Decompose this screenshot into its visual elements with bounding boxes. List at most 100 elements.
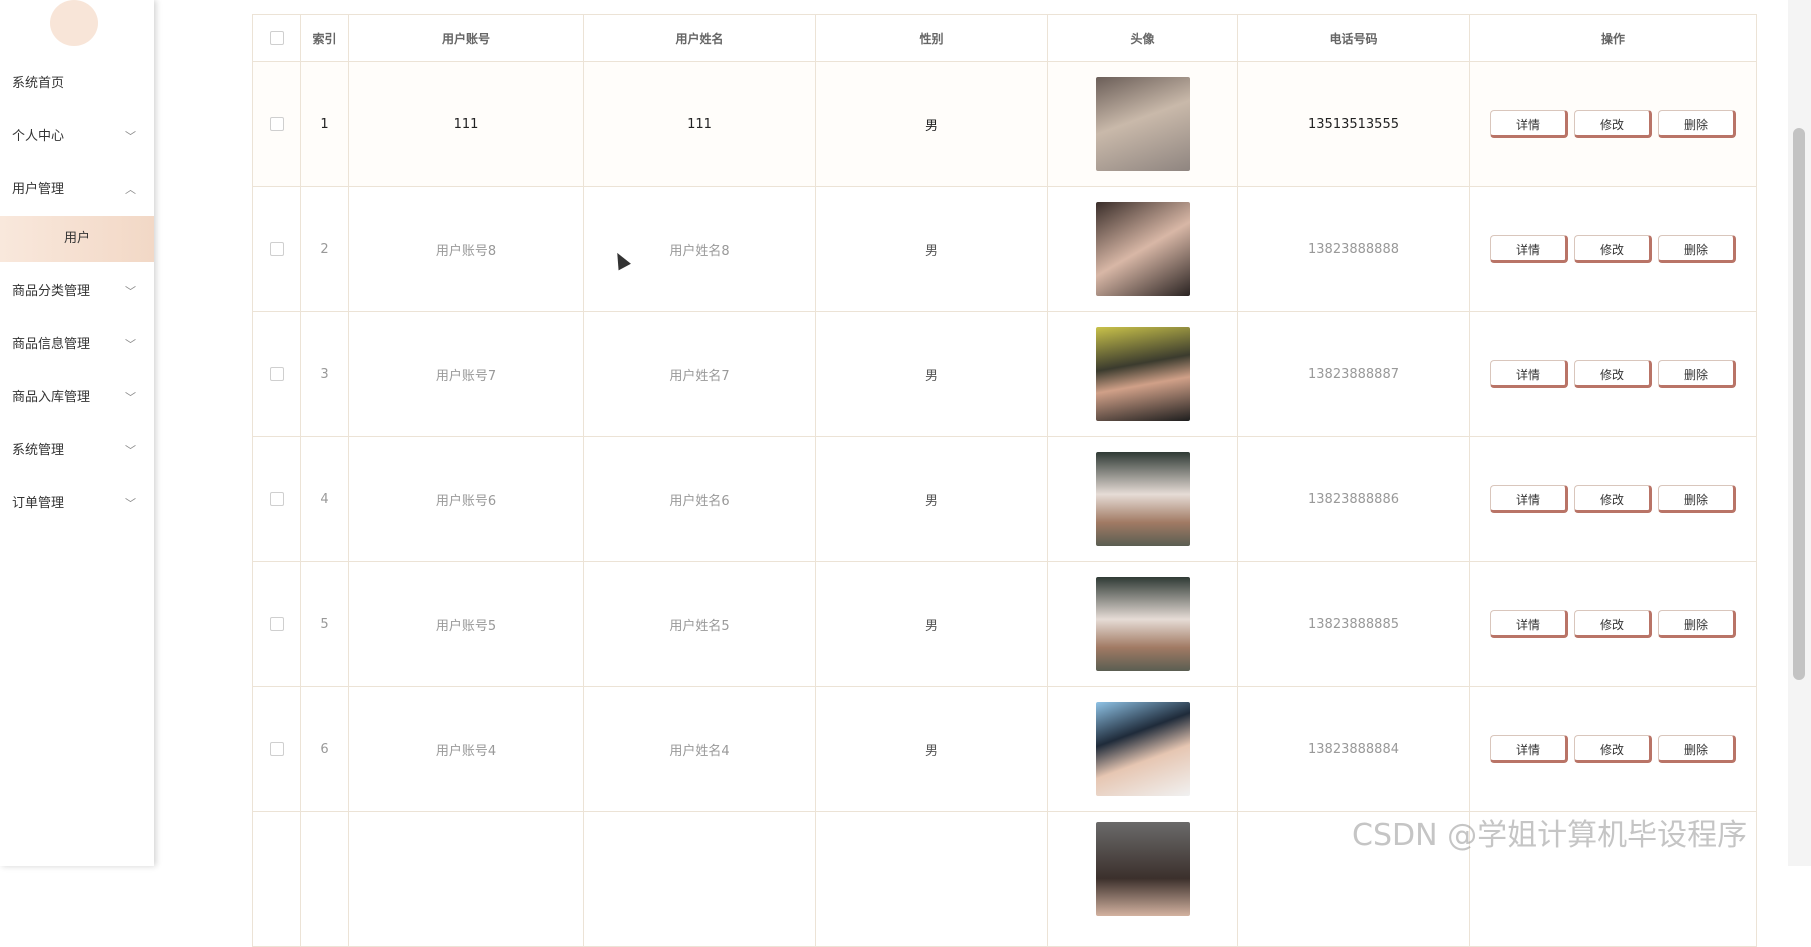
delete-button[interactable]: 删除 <box>1658 485 1736 513</box>
table-row[interactable]: 3 用户账号7 用户姓名7 男 13823888887 详情 修改 删除 <box>252 311 1757 437</box>
chevron-down-icon: ﹀ <box>125 285 136 298</box>
row-account: 用户账号6 <box>348 436 584 562</box>
row-phone: 13823888884 <box>1237 686 1470 812</box>
column-header-avatar: 头像 <box>1047 14 1238 62</box>
edit-button[interactable]: 修改 <box>1574 485 1652 513</box>
delete-button[interactable]: 删除 <box>1658 235 1736 263</box>
row-gender: 男 <box>815 436 1048 562</box>
row-index: 3 <box>300 311 349 437</box>
sidebar-item-label: 商品分类管理 <box>12 284 91 299</box>
edit-button[interactable]: 修改 <box>1574 235 1652 263</box>
detail-button[interactable]: 详情 <box>1490 735 1568 763</box>
row-index <box>300 811 349 947</box>
table-row[interactable]: 5 用户账号5 用户姓名5 男 13823888885 详情 修改 删除 <box>252 561 1757 687</box>
table-row[interactable]: 1 111 111 男 13513513555 详情 修改 删除 <box>252 61 1757 187</box>
row-actions: 详情 修改 删除 <box>1469 186 1757 312</box>
sidebar-item-label: 订单管理 <box>12 496 65 511</box>
delete-button[interactable]: 删除 <box>1658 360 1736 388</box>
row-phone: 13823888887 <box>1237 311 1470 437</box>
sidebar-item-user-management[interactable]: 用户管理 ︿ <box>0 170 154 210</box>
detail-button[interactable]: 详情 <box>1490 485 1568 513</box>
user-avatar-photo <box>1095 822 1190 916</box>
chevron-down-icon: ﹀ <box>125 444 136 457</box>
row-name <box>583 811 816 947</box>
column-header-index: 索引 <box>300 14 349 62</box>
detail-button[interactable]: 详情 <box>1490 235 1568 263</box>
row-name: 用户姓名4 <box>583 686 816 812</box>
row-index: 1 <box>300 61 349 187</box>
sidebar-item-product-info[interactable]: 商品信息管理 ﹀ <box>0 325 154 365</box>
edit-button[interactable]: 修改 <box>1574 735 1652 763</box>
row-account: 用户账号5 <box>348 561 584 687</box>
table-header-row: 索引 用户账号 用户姓名 性别 头像 电话号码 操作 <box>252 14 1757 62</box>
row-select-cell <box>252 686 301 812</box>
row-avatar-cell <box>1047 561 1238 687</box>
edit-button[interactable]: 修改 <box>1574 360 1652 388</box>
user-avatar-photo <box>1095 77 1190 171</box>
row-checkbox[interactable] <box>269 117 284 131</box>
row-checkbox[interactable] <box>269 742 284 756</box>
edit-button[interactable]: 修改 <box>1574 610 1652 638</box>
sidebar-item-category-management[interactable]: 商品分类管理 ﹀ <box>0 272 154 312</box>
row-name: 用户姓名6 <box>583 436 816 562</box>
detail-button[interactable]: 详情 <box>1490 610 1568 638</box>
delete-button[interactable]: 删除 <box>1658 735 1736 763</box>
row-select-cell <box>252 61 301 187</box>
row-actions: 详情 修改 删除 <box>1469 686 1757 812</box>
row-checkbox[interactable] <box>269 242 284 256</box>
sidebar-item-label: 个人中心 <box>12 129 65 144</box>
row-phone: 13823888888 <box>1237 186 1470 312</box>
row-checkbox[interactable] <box>269 367 284 381</box>
edit-button[interactable]: 修改 <box>1574 110 1652 138</box>
chevron-down-icon: ﹀ <box>125 130 136 143</box>
row-name: 用户姓名8 <box>583 186 816 312</box>
row-avatar-cell <box>1047 61 1238 187</box>
detail-button[interactable]: 详情 <box>1490 360 1568 388</box>
detail-button[interactable]: 详情 <box>1490 110 1568 138</box>
row-select-cell <box>252 561 301 687</box>
user-avatar-photo <box>1095 452 1190 546</box>
select-all-cell <box>252 14 301 62</box>
sidebar-item-personal-center[interactable]: 个人中心 ﹀ <box>0 117 154 157</box>
row-checkbox[interactable] <box>269 617 284 631</box>
row-select-cell <box>252 311 301 437</box>
sidebar-item-system-management[interactable]: 系统管理 ﹀ <box>0 431 154 471</box>
sidebar-item-order-management[interactable]: 订单管理 ﹀ <box>0 484 154 524</box>
delete-button[interactable]: 删除 <box>1658 110 1736 138</box>
row-index: 6 <box>300 686 349 812</box>
avatar[interactable] <box>50 0 98 46</box>
row-select-cell <box>252 436 301 562</box>
vertical-scrollbar[interactable] <box>1788 0 1811 866</box>
sidebar-item-home[interactable]: 系统首页 <box>0 64 154 104</box>
row-actions: 详情 修改 删除 <box>1469 561 1757 687</box>
chevron-down-icon: ﹀ <box>125 391 136 404</box>
row-account: 用户账号8 <box>348 186 584 312</box>
row-phone: 13823888885 <box>1237 561 1470 687</box>
chevron-down-icon: ﹀ <box>125 338 136 351</box>
table-row[interactable]: 2 用户账号8 用户姓名8 男 13823888888 详情 修改 删除 <box>252 186 1757 312</box>
row-gender: 男 <box>815 561 1048 687</box>
scrollbar-thumb[interactable] <box>1793 128 1805 680</box>
select-all-checkbox[interactable] <box>269 31 284 46</box>
row-checkbox[interactable] <box>269 492 284 506</box>
row-actions: 详情 修改 删除 <box>1469 436 1757 562</box>
sidebar-item-label: 商品信息管理 <box>12 337 91 352</box>
user-avatar-photo <box>1095 702 1190 796</box>
watermark: CSDN @学姐计算机毕设程序 <box>1352 818 1748 853</box>
row-index: 4 <box>300 436 349 562</box>
row-index: 5 <box>300 561 349 687</box>
row-phone: 13513513555 <box>1237 61 1470 187</box>
user-table: 索引 用户账号 用户姓名 性别 头像 电话号码 操作 1 111 111 男 1… <box>252 14 1757 947</box>
table-row[interactable]: 4 用户账号6 用户姓名6 男 13823888886 详情 修改 删除 <box>252 436 1757 562</box>
sidebar-item-stock-in[interactable]: 商品入库管理 ﹀ <box>0 378 154 418</box>
delete-button[interactable]: 删除 <box>1658 610 1736 638</box>
sidebar-subitem-user[interactable]: 用户 <box>0 216 154 262</box>
row-account <box>348 811 584 947</box>
user-avatar-photo <box>1095 577 1190 671</box>
user-avatar-photo <box>1095 202 1190 296</box>
table-row[interactable]: 6 用户账号4 用户姓名4 男 13823888884 详情 修改 删除 <box>252 686 1757 812</box>
user-avatar-photo <box>1095 327 1190 421</box>
chevron-up-icon: ︿ <box>125 183 136 196</box>
row-select-cell <box>252 186 301 312</box>
row-account: 111 <box>348 61 584 187</box>
